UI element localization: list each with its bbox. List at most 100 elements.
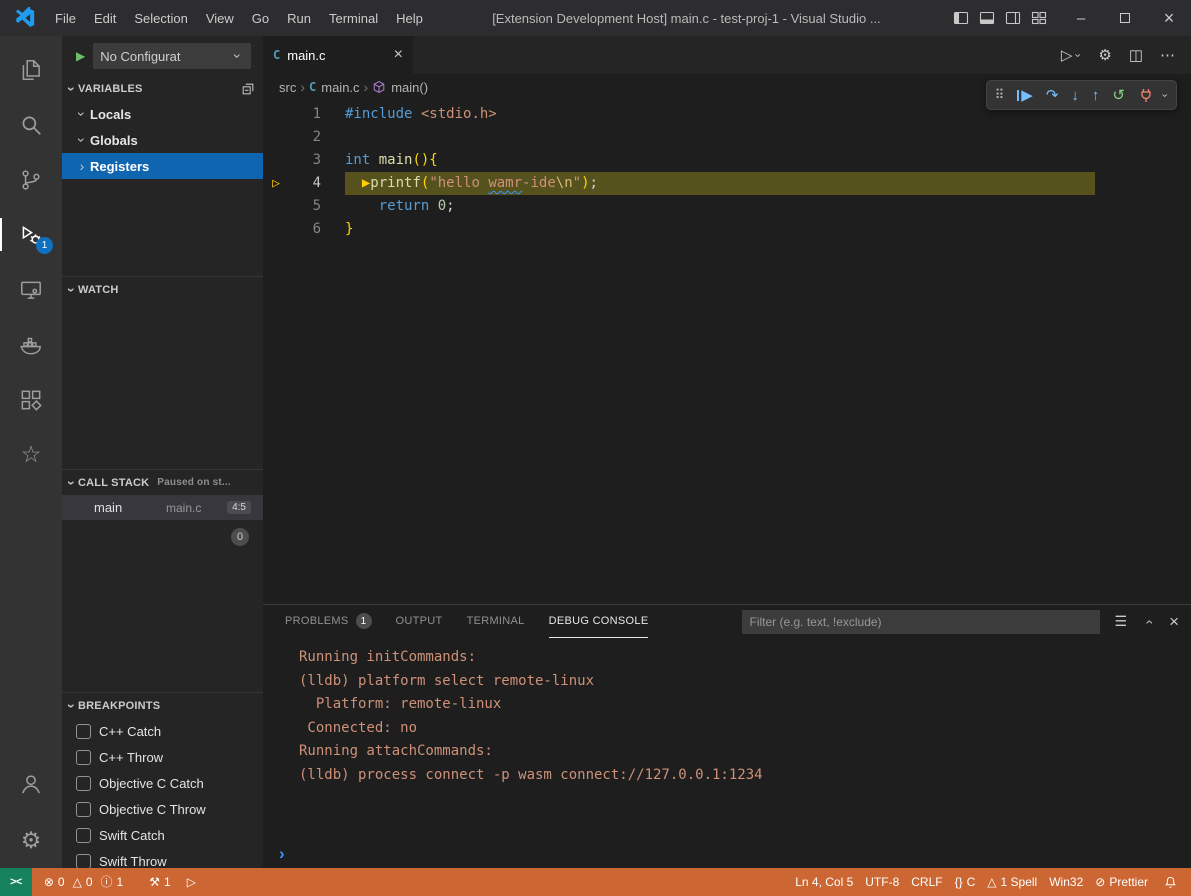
status-item-ln-4-col-5[interactable]: Ln 4, Col 5 — [789, 868, 859, 896]
glyph-margin[interactable] — [263, 218, 289, 241]
chevron-down-icon[interactable]: › — [1159, 91, 1170, 99]
console-output[interactable]: Running initCommands:(lldb) platform sel… — [263, 638, 1191, 868]
menu-item-go[interactable]: Go — [243, 0, 278, 36]
toggle-panel-icon[interactable] — [979, 10, 995, 26]
console-prompt-icon[interactable]: › — [279, 845, 285, 862]
sidebar-item-search[interactable] — [0, 97, 62, 152]
status-item-win32[interactable]: Win32 — [1043, 868, 1089, 896]
sidebar-item-star-extension[interactable]: ☆ — [0, 427, 62, 482]
settings-button[interactable]: ⚙ — [0, 813, 62, 868]
status-item-prettier[interactable]: ⊘Prettier — [1089, 868, 1154, 896]
code-line-5[interactable]: 5 return 0; — [263, 195, 1191, 218]
filter-list-icon[interactable]: ☰ — [1115, 613, 1128, 630]
glyph-margin[interactable] — [263, 126, 289, 149]
status-item-utf-8[interactable]: UTF-8 — [859, 868, 905, 896]
breakpoint-checkbox[interactable] — [76, 724, 91, 739]
sidebar-item-remote-explorer[interactable] — [0, 262, 62, 317]
variables-item-locals[interactable]: ›Locals — [62, 101, 263, 127]
breakpoint-checkbox[interactable] — [76, 854, 91, 869]
breadcrumb-item-src[interactable]: src — [279, 80, 296, 95]
breakpoint-item-c-catch[interactable]: C++ Catch — [62, 718, 263, 744]
run-file-button[interactable]: ▷ › — [1061, 46, 1082, 64]
glyph-margin[interactable] — [263, 195, 289, 218]
menu-item-terminal[interactable]: Terminal — [320, 0, 387, 36]
breakpoints-header[interactable]: › BREAKPOINTS — [62, 693, 263, 718]
status-item-0[interactable]: ⊗0 — [40, 868, 69, 896]
step-into-icon[interactable]: ↓ — [1071, 88, 1079, 103]
menu-item-help[interactable]: Help — [387, 0, 432, 36]
console-filter-input[interactable] — [742, 610, 1100, 634]
call-stack-header[interactable]: › CALL STACK Paused on st... — [62, 470, 263, 495]
breakpoint-checkbox[interactable] — [76, 828, 91, 843]
code-line-6[interactable]: 6} — [263, 218, 1191, 241]
restart-icon[interactable]: ↺ — [1112, 88, 1125, 103]
sidebar-item-explorer[interactable] — [0, 42, 62, 97]
breakpoint-item-swift-throw[interactable]: Swift Throw — [62, 848, 263, 868]
accounts-button[interactable] — [0, 756, 62, 811]
breakpoint-item-objective-c-throw[interactable]: Objective C Throw — [62, 796, 263, 822]
panel-tab-problems[interactable]: PROBLEMS1 — [285, 605, 372, 638]
toggle-sidebar-icon[interactable] — [953, 10, 969, 26]
code-line-3[interactable]: 3int main(){ — [263, 149, 1191, 172]
tab-main-c[interactable]: C main.c × — [263, 36, 413, 74]
glyph-margin[interactable]: ▷ — [263, 172, 289, 195]
remote-indicator[interactable]: >< — [0, 868, 32, 896]
code-line-4[interactable]: ▷4 ▶printf("hello wamr-ide\n"); — [263, 172, 1191, 195]
variables-item-globals[interactable]: ›Globals — [62, 127, 263, 153]
toggle-secondary-sidebar-icon[interactable] — [1005, 10, 1021, 26]
customize-layout-icon[interactable] — [1031, 10, 1047, 26]
collapse-all-icon[interactable] — [241, 82, 255, 96]
status-item-c[interactable]: {}C — [949, 868, 982, 896]
status-item-0[interactable]: △0 — [69, 868, 97, 896]
menu-item-selection[interactable]: Selection — [125, 0, 196, 36]
gripper-icon[interactable]: ⠿ — [995, 87, 1005, 103]
breakpoint-item-objective-c-catch[interactable]: Objective C Catch — [62, 770, 263, 796]
minimize-button[interactable]: – — [1059, 0, 1103, 36]
sidebar-item-extensions[interactable] — [0, 372, 62, 427]
breadcrumb-item-main[interactable]: main() — [372, 80, 428, 95]
menu-item-view[interactable]: View — [197, 0, 243, 36]
panel-tab-output[interactable]: OUTPUT — [396, 605, 443, 638]
launch-configuration-dropdown[interactable]: No Configurat › — [93, 43, 251, 69]
breakpoint-checkbox[interactable] — [76, 776, 91, 791]
notifications-button[interactable] — [1154, 868, 1191, 896]
menu-item-edit[interactable]: Edit — [85, 0, 125, 36]
breakpoint-checkbox[interactable] — [76, 802, 91, 817]
status-item-1-spell[interactable]: △1 Spell — [981, 868, 1043, 896]
breakpoint-item-swift-catch[interactable]: Swift Catch — [62, 822, 263, 848]
variables-item-registers[interactable]: ›Registers — [62, 153, 263, 179]
menu-item-file[interactable]: File — [46, 0, 85, 36]
more-actions-icon[interactable]: ⋯ — [1160, 46, 1175, 64]
step-out-icon[interactable]: ↑ — [1092, 88, 1100, 103]
code-line-2[interactable]: 2 — [263, 126, 1191, 149]
variables-header[interactable]: › VARIABLES — [62, 76, 263, 101]
split-editor-icon[interactable]: ◫ — [1129, 46, 1143, 64]
breakpoint-item-c-throw[interactable]: C++ Throw — [62, 744, 263, 770]
glyph-margin[interactable] — [263, 149, 289, 172]
status-item-crlf[interactable]: CRLF — [905, 868, 948, 896]
panel-tab-terminal[interactable]: TERMINAL — [467, 605, 525, 638]
sidebar-item-source-control[interactable] — [0, 152, 62, 207]
disconnect-icon[interactable] — [1138, 87, 1154, 103]
maximize-button[interactable] — [1103, 0, 1147, 36]
breakpoint-checkbox[interactable] — [76, 750, 91, 765]
sidebar-item-run-and-debug[interactable]: 1 — [0, 207, 62, 262]
maximize-panel-icon[interactable]: › — [1141, 616, 1155, 628]
breadcrumb-item-main-c[interactable]: Cmain.c — [309, 80, 360, 95]
call-stack-frame[interactable]: mainmain.c4:5 — [62, 495, 263, 520]
continue-icon[interactable]: ▶ — [1017, 88, 1033, 103]
editor-gear-icon[interactable]: ⚙ — [1098, 46, 1111, 64]
close-tab-icon[interactable]: × — [394, 47, 403, 63]
glyph-margin[interactable] — [263, 103, 289, 126]
status-item-1[interactable]: ⚒1 — [145, 868, 174, 896]
step-over-icon[interactable]: ↷ — [1046, 88, 1059, 103]
close-window-button[interactable]: × — [1147, 0, 1191, 36]
start-debugging-icon[interactable]: ▶ — [76, 49, 85, 63]
menu-item-run[interactable]: Run — [278, 0, 320, 36]
close-panel-icon[interactable]: × — [1169, 612, 1179, 632]
status-item-1[interactable]: ⓘ1 — [97, 868, 128, 896]
watch-header[interactable]: › WATCH — [62, 277, 263, 302]
status-item-debug[interactable]: ▷ — [183, 868, 200, 896]
sidebar-item-docker[interactable] — [0, 317, 62, 372]
panel-tab-debug-console[interactable]: DEBUG CONSOLE — [549, 605, 649, 638]
